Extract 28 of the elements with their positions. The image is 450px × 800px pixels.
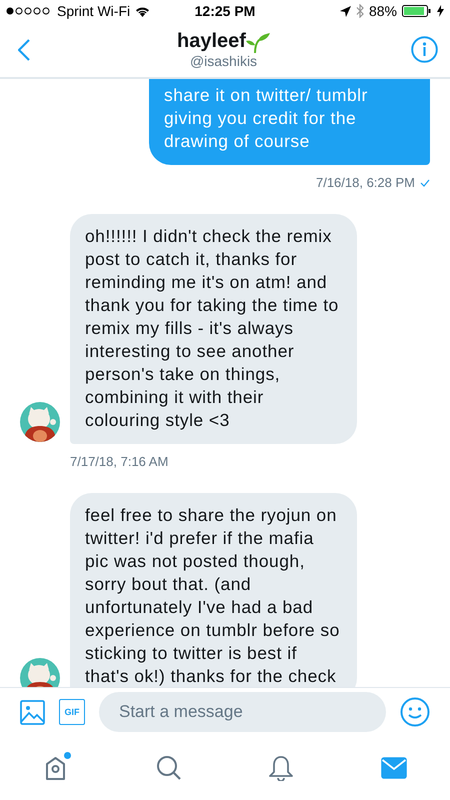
message-field[interactable]: Start a message	[99, 692, 386, 732]
message-time: 7/17/18, 7:16 AM	[70, 454, 168, 469]
info-icon	[411, 36, 438, 63]
charging-icon	[437, 5, 444, 17]
gif-button[interactable]: GIF	[59, 699, 85, 725]
search-icon	[156, 755, 182, 781]
message-text: feel free to share the ryojun on twitter! i'd prefer if the mafia pic was not posted though, sorry bout that. (and unfortunately I've had a bad experience on tumblr before so sticking to twitter is best if that's ok!) thanks for the check	[85, 505, 340, 686]
clock-time: 12:25 PM	[194, 3, 256, 19]
home-icon	[45, 755, 68, 781]
message-text: share it on twitter/ tumblr giving you credit for the drawing of course	[164, 85, 368, 151]
mail-icon	[380, 757, 407, 779]
sprout-icon	[246, 33, 270, 53]
bluetooth-icon	[356, 4, 364, 18]
message-text: oh!!!!!! I didn't check the remix post to catch it, thanks for reminding me it's on atm! and thank you for taking the time to remix my fills - it's always interesting to see another person's take on things, combining it with their colouring style <3	[85, 226, 339, 430]
back-icon	[18, 38, 30, 60]
contact-name: hayleef	[177, 30, 246, 53]
signal-icon	[6, 7, 52, 15]
image-button[interactable]	[20, 700, 45, 724]
contact-handle: @isashikis	[190, 53, 258, 69]
wifi-icon	[135, 6, 150, 16]
carrier-name: Sprint Wi-Fi	[57, 3, 130, 19]
emoji-button[interactable]	[400, 697, 430, 727]
battery-percent: 88%	[368, 3, 397, 19]
battery-icon	[402, 5, 432, 17]
info-button[interactable]	[411, 36, 438, 63]
message-time: 7/16/18, 6:28 PM	[316, 175, 415, 190]
location-icon	[340, 6, 351, 16]
bell-icon	[268, 755, 294, 781]
